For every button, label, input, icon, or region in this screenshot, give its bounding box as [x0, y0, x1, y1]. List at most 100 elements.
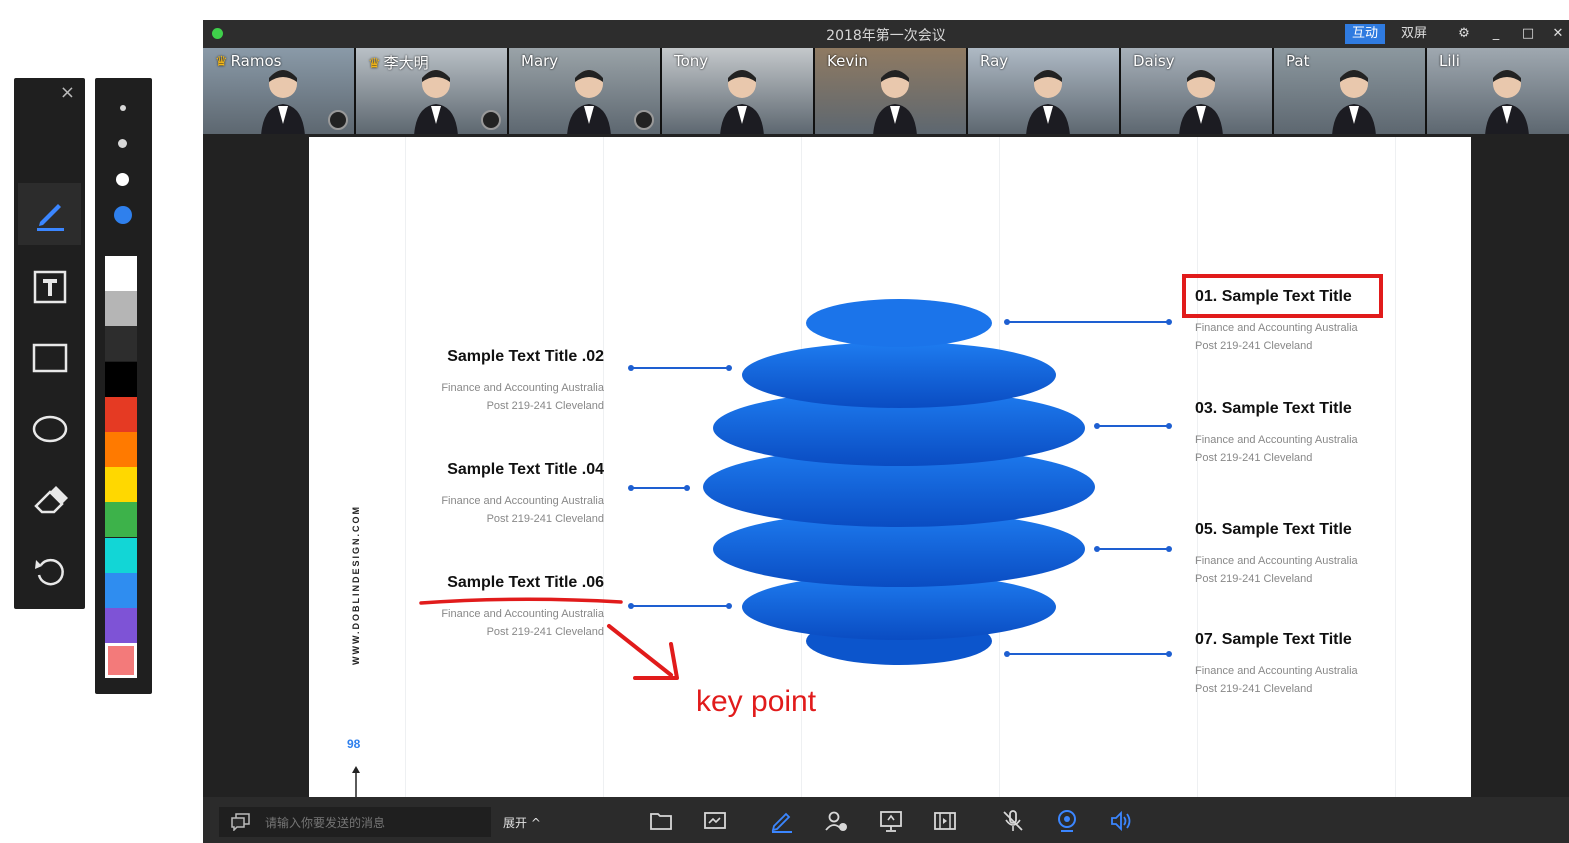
participant-name: Daisy — [1133, 52, 1175, 70]
brush-size-medium[interactable] — [118, 139, 127, 148]
dual-screen-button[interactable]: 双屏 — [1396, 24, 1432, 44]
left-item-text-04: Finance and Accounting Australia Post 219… — [441, 495, 604, 525]
participants-icon[interactable] — [822, 807, 852, 835]
color-swatch[interactable] — [105, 537, 137, 573]
eraser-tool[interactable] — [18, 469, 81, 531]
annotation-underline-and-arrow — [419, 597, 679, 680]
right-item-text-01: Finance and Accounting Australia Post 219… — [1195, 322, 1358, 352]
participant-name-text: Pat — [1286, 52, 1310, 70]
participant-name: ♛ Ramos — [215, 52, 281, 70]
whiteboard-icon[interactable] — [700, 807, 730, 835]
connector-line — [1004, 651, 1172, 657]
microphone-icon — [634, 110, 654, 130]
chat-input-box — [219, 807, 491, 837]
color-swatch[interactable] — [105, 467, 137, 503]
color-swatch[interactable] — [105, 572, 137, 608]
right-item-title-03: 03. Sample Text Title — [1195, 400, 1352, 417]
vertical-url: WWW.DOBLINDESIGN.COM — [351, 505, 361, 665]
connector-line — [1094, 546, 1172, 552]
participant-name: Tony — [674, 52, 708, 70]
text-tool[interactable] — [18, 256, 81, 318]
participant-video-avatar — [567, 66, 611, 134]
camera-icon[interactable] — [1052, 807, 1082, 835]
participant-tile[interactable]: ♛ Ramos — [203, 48, 354, 134]
screen-share-icon[interactable] — [876, 807, 906, 835]
participant-name-text: Daisy — [1133, 52, 1175, 70]
meeting-window: 2018年第一次会议 互动 双屏 ⚙ _ □ ✕ ♛ Ramos ♛ 李大明 Mary T… — [203, 20, 1569, 843]
up-arrow-icon — [352, 766, 360, 797]
participant-video-avatar — [720, 66, 764, 134]
title-bar: 2018年第一次会议 互动 双屏 ⚙ _ □ ✕ — [203, 20, 1569, 48]
brush-size-large[interactable] — [116, 173, 129, 186]
color-swatch[interactable] — [105, 291, 137, 327]
speaker-icon[interactable] — [1106, 807, 1136, 835]
participant-name-text: Ramos — [230, 52, 282, 70]
left-item-text-02: Finance and Accounting Australia Post 219… — [441, 382, 604, 412]
folder-icon[interactable] — [646, 807, 676, 835]
participant-tile[interactable]: Mary — [509, 48, 660, 134]
participant-name-text: Mary — [521, 52, 559, 70]
participant-name: Lili — [1439, 52, 1460, 70]
participant-tile[interactable]: ♛ 李大明 — [356, 48, 507, 134]
color-swatch[interactable] — [105, 256, 137, 291]
ellipse-tool[interactable] — [18, 398, 81, 460]
participant-tile[interactable]: Lili — [1427, 48, 1569, 134]
participant-tile[interactable]: Pat — [1274, 48, 1425, 134]
right-item-title-01: 01. Sample Text Title — [1195, 288, 1352, 305]
participant-name: ♛ 李大明 — [368, 52, 429, 73]
maximize-icon[interactable]: □ — [1517, 24, 1539, 44]
participant-name-text: Kevin — [827, 52, 868, 70]
microphone-icon — [328, 110, 348, 130]
left-item-title-06: Sample Text Title .06 — [447, 574, 604, 591]
interact-button[interactable]: 互动 — [1345, 24, 1385, 44]
participant-name-text: Lili — [1439, 52, 1460, 70]
annotation-tool-panel: × — [14, 78, 85, 609]
text-box-icon — [33, 270, 66, 304]
chat-input[interactable] — [263, 811, 487, 835]
participant-video-strip: ♛ Ramos ♛ 李大明 Mary Tony Kevin Ray Daisy Pat Lili — [203, 48, 1569, 134]
color-swatch[interactable] — [105, 432, 137, 467]
minimize-icon[interactable]: _ — [1486, 24, 1506, 44]
rectangle-tool[interactable] — [18, 327, 81, 389]
host-crown-icon: ♛ — [215, 54, 228, 70]
tool-panel-close-icon[interactable]: × — [60, 82, 75, 103]
brush-size-xlarge-selected[interactable] — [114, 206, 132, 224]
color-swatch[interactable] — [105, 608, 137, 643]
close-icon[interactable]: ✕ — [1548, 24, 1568, 44]
participant-video-avatar — [414, 66, 458, 134]
participant-tile[interactable]: Ray — [968, 48, 1119, 134]
participant-name-text: Ray — [980, 52, 1009, 70]
participant-video-avatar — [1485, 66, 1529, 134]
participant-tile[interactable]: Kevin — [815, 48, 966, 134]
host-crown-icon: ♛ — [368, 56, 381, 72]
ellipse-icon — [32, 415, 67, 443]
stacked-disc-graphic — [703, 299, 1095, 665]
undo-tool[interactable] — [18, 540, 81, 602]
right-item-text-07: Finance and Accounting Australia Post 219… — [1195, 665, 1358, 695]
participant-tile[interactable]: Daisy — [1121, 48, 1272, 134]
settings-icon[interactable]: ⚙ — [1453, 24, 1475, 44]
participant-name-text: 李大明 — [383, 54, 429, 72]
connector-line — [1004, 319, 1172, 325]
media-play-icon[interactable] — [930, 807, 960, 835]
participant-video-avatar — [261, 66, 305, 134]
color-swatch[interactable] — [105, 396, 137, 432]
annotation-key-point-text: key point — [696, 685, 817, 718]
connector-line — [628, 365, 732, 371]
mic-muted-icon[interactable] — [998, 807, 1028, 835]
right-item-title-07: 07. Sample Text Title — [1195, 631, 1352, 648]
color-swatch[interactable] — [105, 326, 137, 362]
undo-icon — [34, 558, 64, 586]
color-swatch[interactable] — [105, 643, 137, 679]
expand-button[interactable]: 展开 ^ — [503, 814, 541, 831]
left-item-title-04: Sample Text Title .04 — [447, 461, 604, 478]
left-item-title-02: Sample Text Title .02 — [447, 348, 604, 365]
color-swatch[interactable] — [105, 361, 137, 397]
participant-tile[interactable]: Tony — [662, 48, 813, 134]
pen-tool[interactable] — [18, 183, 81, 245]
annotate-pen-icon[interactable] — [767, 807, 797, 835]
participant-video-avatar — [873, 66, 917, 134]
chat-bubble-icon — [231, 813, 250, 831]
brush-size-small[interactable] — [120, 105, 126, 111]
color-swatch[interactable] — [105, 502, 137, 538]
